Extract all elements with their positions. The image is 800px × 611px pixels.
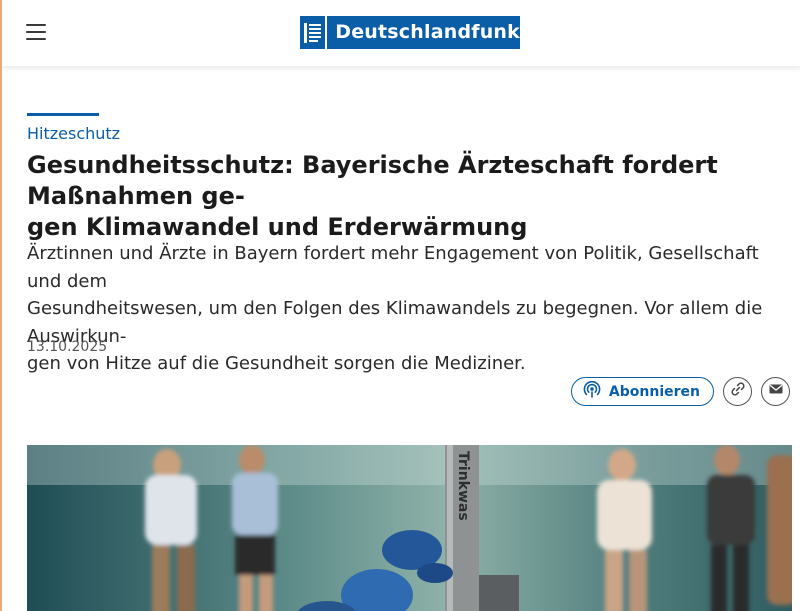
menu-icon-bar bbox=[26, 24, 46, 26]
headline-line: gen Klimawandel und Erderwärmung bbox=[27, 213, 528, 241]
article-headline: Gesundheitsschutz: Bayerische Ärzteschaf… bbox=[27, 150, 787, 243]
article-hero-image: Trinkwas bbox=[27, 445, 792, 611]
mail-icon bbox=[768, 381, 784, 402]
subscribe-label: Abonnieren bbox=[608, 383, 700, 400]
page: Deutschlandfunk Hitzeschutz Gesundheitss… bbox=[0, 0, 800, 611]
link-icon bbox=[730, 381, 746, 402]
teaser-line: Gesundheitswesen, um den Folgen des Klim… bbox=[27, 298, 763, 347]
teaser-line: Ärztinnen und Ärzte in Bayern fordert me… bbox=[27, 243, 759, 292]
fountain-sign-text: Trinkwas bbox=[455, 451, 471, 521]
menu-icon-bar bbox=[26, 31, 46, 33]
site-logo[interactable]: Deutschlandfunk bbox=[300, 16, 520, 49]
kicker-accent-bar bbox=[27, 113, 99, 116]
article-date: 13.10.2025 bbox=[27, 339, 108, 355]
share-mail-button[interactable] bbox=[761, 377, 790, 406]
logo-mark-icon bbox=[300, 16, 328, 49]
podcast-icon bbox=[583, 380, 601, 403]
logo-text: Deutschlandfunk bbox=[327, 16, 520, 49]
menu-icon-bar bbox=[26, 38, 46, 40]
subscribe-button[interactable]: Abonnieren bbox=[570, 377, 714, 406]
headline-line: Gesundheitsschutz: Bayerische Ärzteschaf… bbox=[27, 151, 718, 210]
teaser-line: gen von Hitze auf die Gesundheit sorgen … bbox=[27, 353, 526, 374]
article-teaser: Ärztinnen und Ärzte in Bayern fordert me… bbox=[27, 240, 792, 378]
article-kicker[interactable]: Hitzeschutz bbox=[27, 124, 120, 143]
copy-link-button[interactable] bbox=[723, 377, 752, 406]
article-actions: Abonnieren bbox=[570, 377, 790, 406]
hero-photo-illustration: Trinkwas bbox=[27, 445, 792, 611]
site-header: Deutschlandfunk bbox=[2, 0, 800, 66]
menu-button[interactable] bbox=[24, 22, 48, 42]
